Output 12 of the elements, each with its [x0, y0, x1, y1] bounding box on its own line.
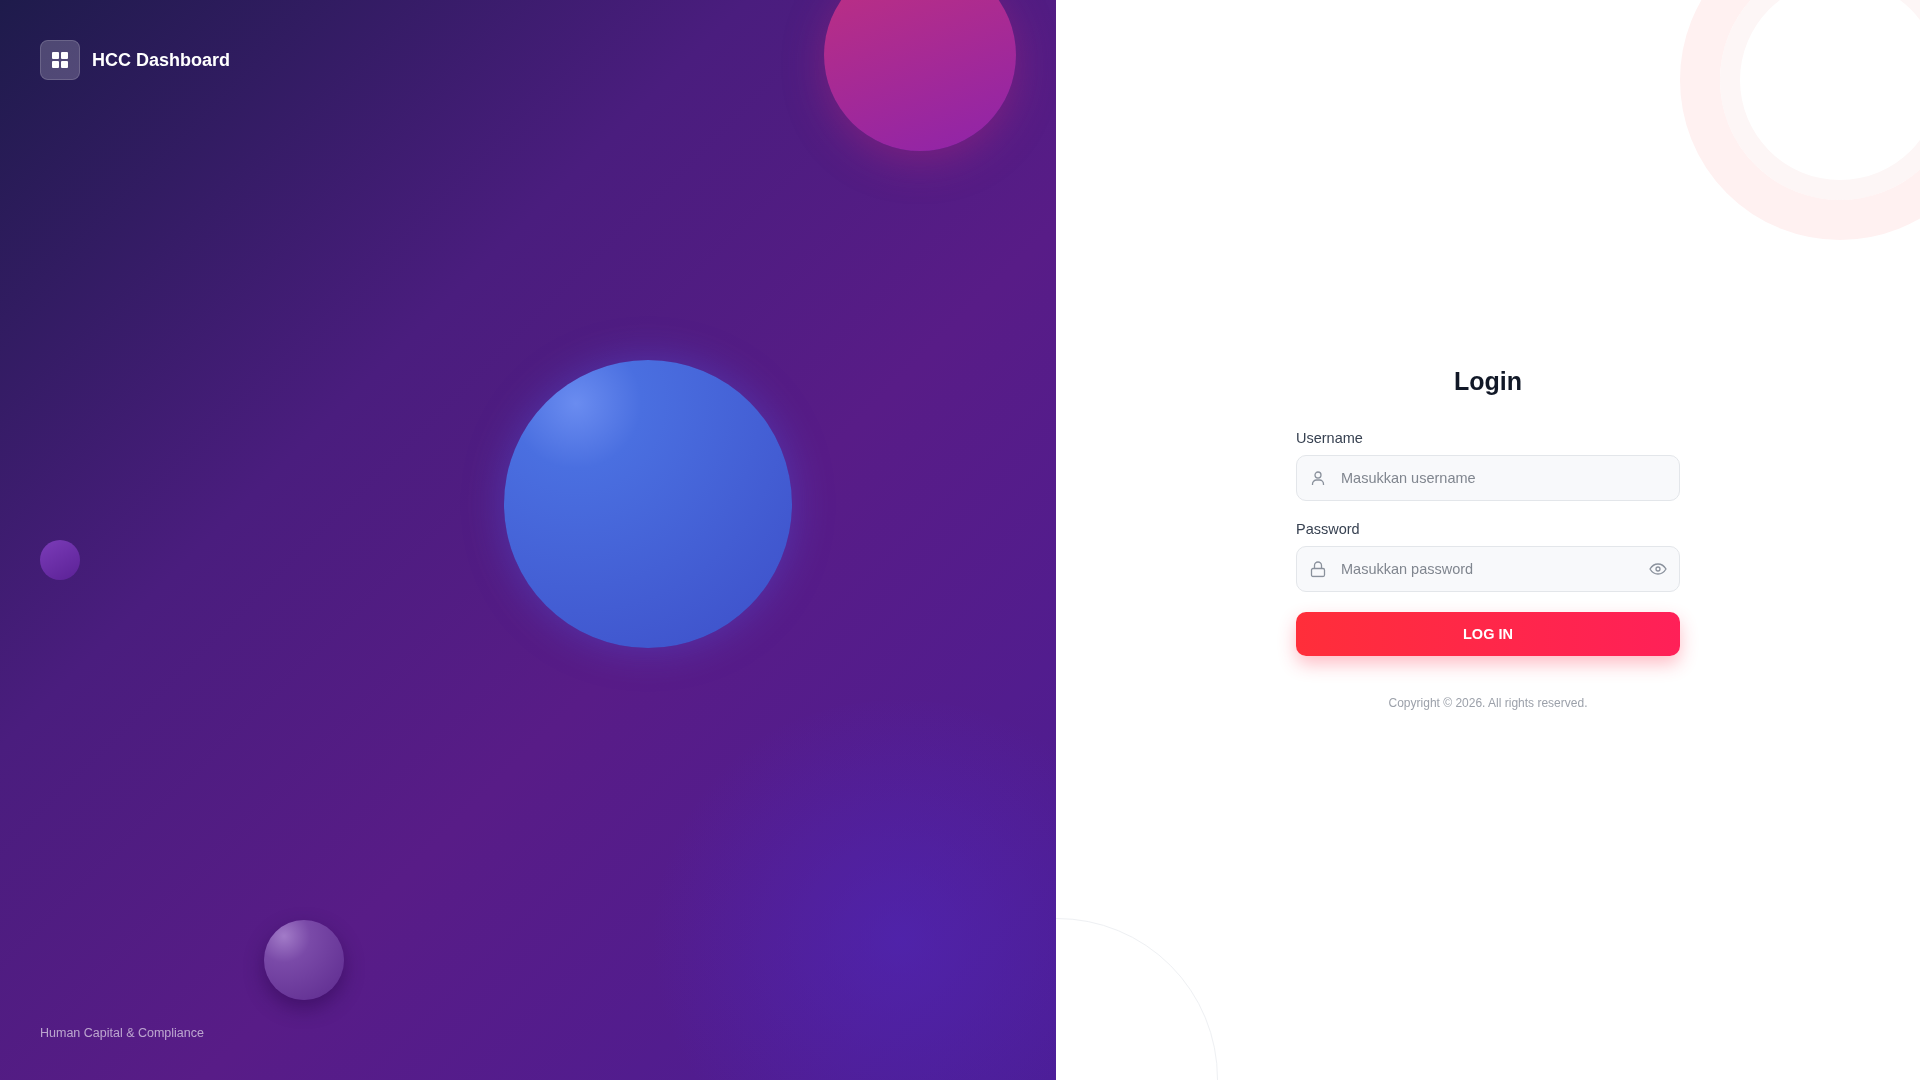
field-label: Username — [1296, 429, 1364, 446]
brand-name: HCC Dashboard — [92, 49, 230, 71]
grid-logo-icon — [40, 40, 80, 80]
sphere — [40, 540, 80, 580]
input-field[interactable]: Masukkan password — [1296, 545, 1680, 592]
login-title: Login — [1453, 366, 1523, 396]
field-label: Password — [1296, 520, 1361, 537]
login-button[interactable]: LOG IN — [1296, 611, 1680, 656]
tagline: Human Capital & Compliance — [40, 1026, 205, 1040]
input-field[interactable]: Masukkan username — [1296, 454, 1680, 501]
copyright-text: Copyright © 2026. All rights reserved. — [1387, 695, 1589, 710]
eye-icon[interactable] — [1649, 562, 1667, 575]
